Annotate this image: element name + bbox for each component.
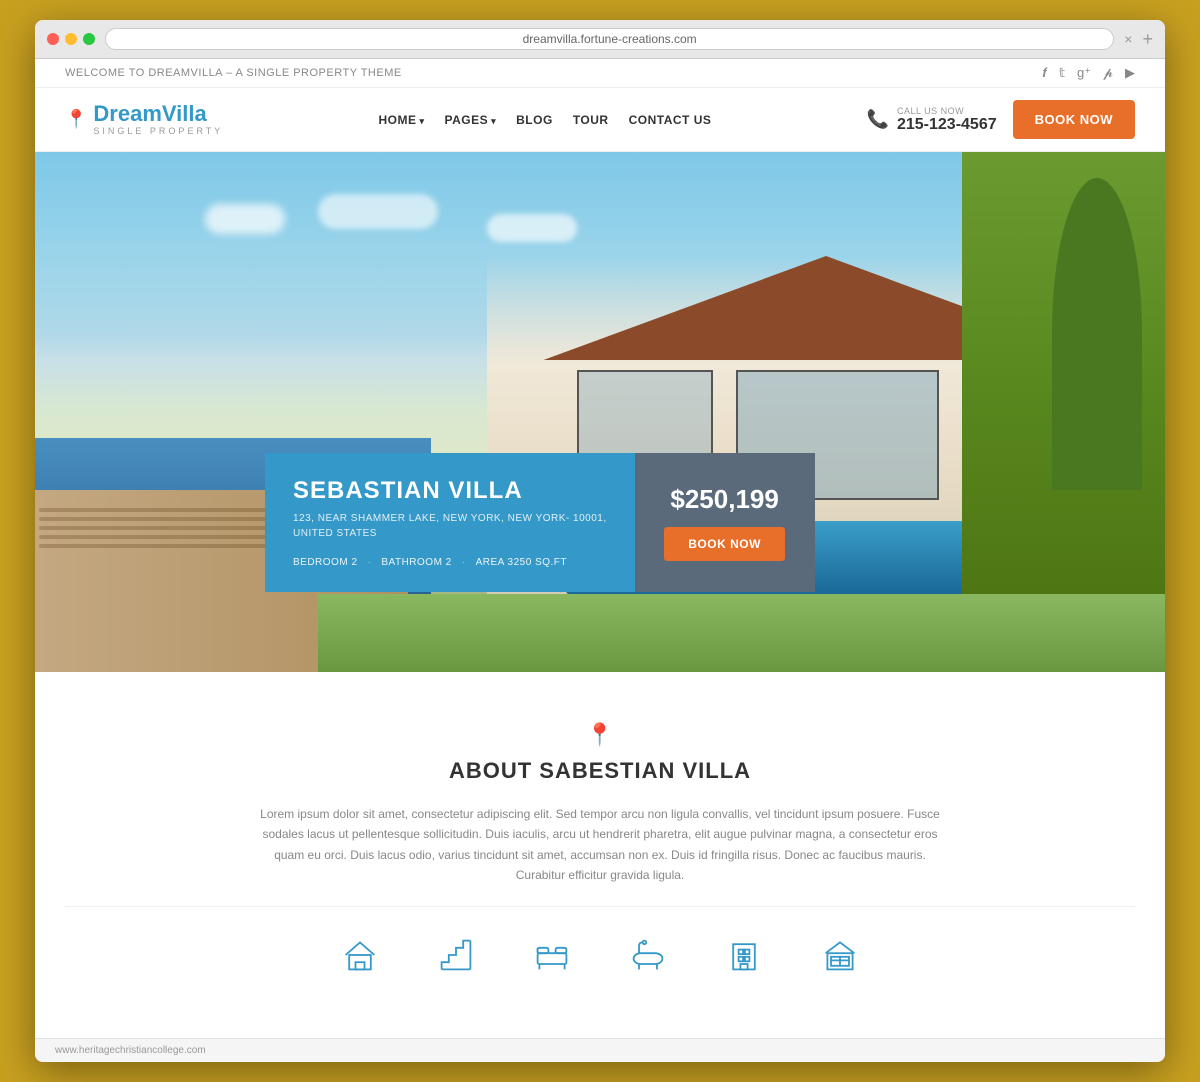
features-row	[65, 906, 1135, 1008]
google-plus-icon[interactable]: g⁺	[1077, 65, 1091, 81]
feature-stairs	[438, 937, 474, 978]
browser-traffic-lights	[47, 33, 95, 45]
property-address: 123, NEAR SHAMMER LAKE, NEW YORK, NEW YO…	[293, 511, 607, 541]
nav-tour[interactable]: TOUR	[573, 113, 609, 127]
bath-icon	[630, 937, 666, 973]
feature-house	[342, 937, 378, 978]
social-icons:  𝒇 𝕥 g⁺ 𝓹 ▶	[1031, 65, 1136, 81]
footer-bar: www.heritagechristiancollege.com	[35, 1038, 1165, 1062]
close-button[interactable]: ×	[1124, 31, 1132, 47]
building-icon	[726, 937, 762, 973]
feature-bath	[630, 937, 666, 978]
house-icon	[342, 937, 378, 973]
facebook-icon[interactable]: 𝒇	[1043, 65, 1047, 81]
minimize-dot[interactable]	[65, 33, 77, 45]
garage-icon	[822, 937, 858, 973]
sep2: ·	[462, 557, 466, 568]
maximize-dot[interactable]	[83, 33, 95, 45]
nav-pages[interactable]: PAGES	[444, 113, 496, 127]
logo-dream: Dream	[93, 101, 161, 126]
hero-info-panel: SEBASTIAN VILLA 123, NEAR SHAMMER LAKE, …	[265, 453, 815, 592]
property-name: SEBASTIAN VILLA	[293, 477, 607, 505]
sep1: ·	[368, 557, 372, 568]
call-label: CALL US NOW	[897, 106, 997, 116]
about-section: 📍 ABOUT SABESTIAN VILLA Lorem ipsum dolo…	[35, 672, 1165, 1038]
nav-blog[interactable]: BLOG	[516, 113, 553, 127]
call-text: CALL US NOW 215-123-4567	[897, 106, 997, 134]
welcome-text: WELCOME TO DREAMVILLA – A SINGLE PROPERT…	[65, 67, 402, 79]
logo-text: DreamVilla SINGLE PROPERTY	[93, 102, 223, 136]
about-location-icon: 📍	[65, 722, 1135, 748]
nav-contact[interactable]: CONTACT US	[629, 113, 712, 127]
call-number: 215-123-4567	[897, 116, 997, 134]
bathroom-detail: BATHROOM 2	[381, 557, 451, 568]
feature-garage	[822, 937, 858, 978]
book-now-button[interactable]: BOOK NOW	[1013, 100, 1135, 139]
hero-book-button[interactable]: BOOK NOW	[664, 527, 785, 561]
stairs-icon	[438, 937, 474, 973]
feature-bed	[534, 937, 570, 978]
hero-property-card: SEBASTIAN VILLA 123, NEAR SHAMMER LAKE, …	[265, 453, 635, 592]
logo-pin-icon: 📍	[65, 109, 87, 130]
feature-building	[726, 937, 762, 978]
nav-links: HOME PAGES BLOG TOUR CONTACT US	[378, 113, 711, 127]
about-body: Lorem ipsum dolor sit amet, consectetur …	[250, 804, 950, 886]
nav-home[interactable]: HOME	[378, 113, 424, 127]
close-dot[interactable]	[47, 33, 59, 45]
browser-window: dreamvilla.fortune-creations.com × + WEL…	[35, 20, 1165, 1062]
bedroom-detail: BEDROOM 2	[293, 557, 358, 568]
address-line1: 123, NEAR SHAMMER LAKE, NEW YORK, NEW YO…	[293, 513, 607, 524]
about-title: ABOUT SABESTIAN VILLA	[65, 758, 1135, 784]
top-bar: WELCOME TO DREAMVILLA – A SINGLE PROPERT…	[35, 59, 1165, 88]
twitter-icon[interactable]: 𝕥	[1059, 65, 1065, 81]
hero-section: SEBASTIAN VILLA 123, NEAR SHAMMER LAKE, …	[35, 152, 1165, 672]
website-content: WELCOME TO DREAMVILLA – A SINGLE PROPERT…	[35, 59, 1165, 1062]
logo-name: DreamVilla	[93, 102, 223, 126]
navbar-right: 📞 CALL US NOW 215-123-4567 BOOK NOW	[867, 100, 1135, 139]
logo-subtitle: SINGLE PROPERTY	[93, 127, 223, 137]
logo-villa: Villa	[162, 101, 207, 126]
call-area: 📞 CALL US NOW 215-123-4567	[867, 106, 997, 134]
phone-icon: 📞	[867, 109, 889, 130]
youtube-icon[interactable]: ▶	[1125, 65, 1135, 81]
logo: 📍 DreamVilla SINGLE PROPERTY	[65, 102, 223, 136]
property-price: $250,199	[670, 484, 778, 515]
property-details: BEDROOM 2 · BATHROOM 2 · AREA 3250 SQ.FT	[293, 557, 607, 568]
bed-icon	[534, 937, 570, 973]
browser-chrome: dreamvilla.fortune-creations.com × +	[35, 20, 1165, 59]
address-line2: UNITED STATES	[293, 528, 377, 539]
footer-url: www.heritagechristiancollege.com	[55, 1045, 206, 1056]
pinterest-icon[interactable]: 𝓹	[1103, 65, 1113, 81]
area-detail: AREA 3250 SQ.FT	[476, 557, 567, 568]
address-bar[interactable]: dreamvilla.fortune-creations.com	[105, 28, 1114, 50]
new-tab-button[interactable]: +	[1142, 29, 1153, 50]
hero-price-card: $250,199 BOOK NOW	[635, 453, 815, 592]
navbar: 📍 DreamVilla SINGLE PROPERTY HOME PAGES …	[35, 88, 1165, 152]
